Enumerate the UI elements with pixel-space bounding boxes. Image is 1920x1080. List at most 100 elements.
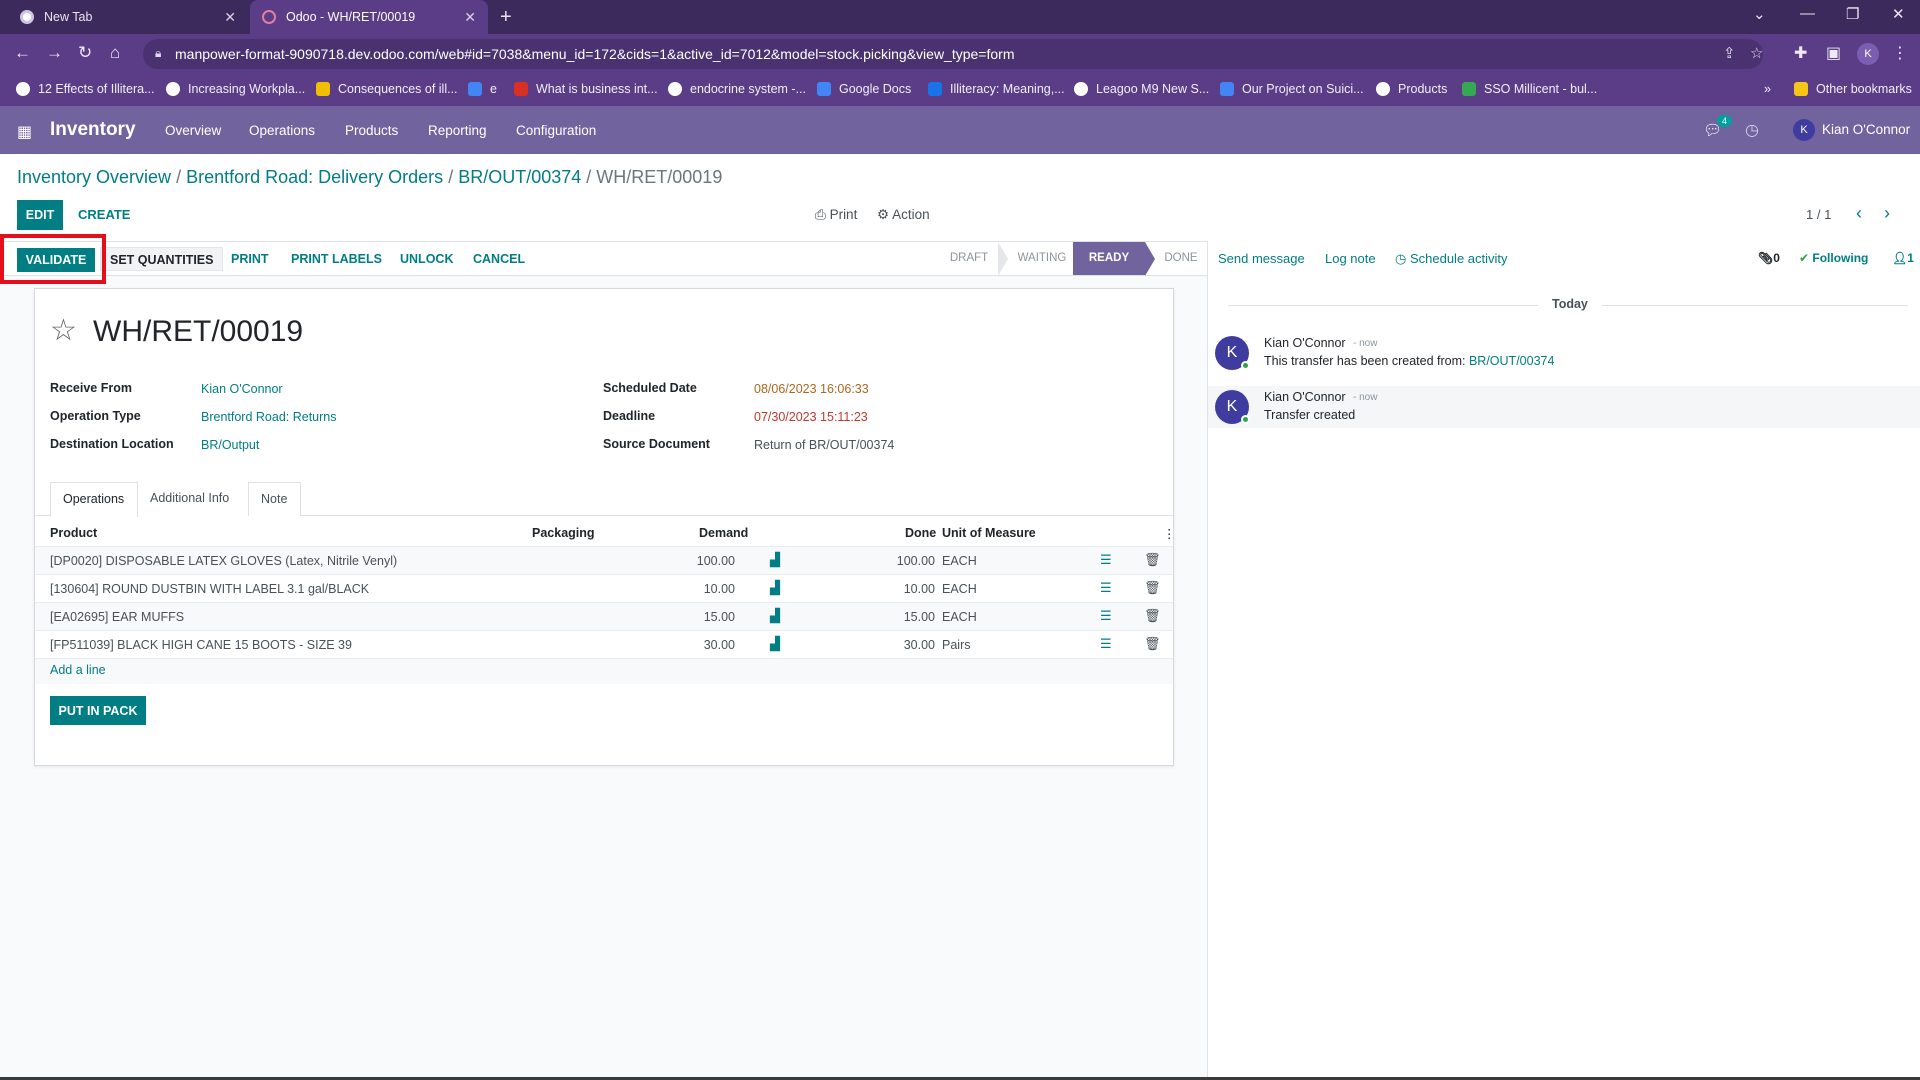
browser-tab-new-tab[interactable]: New Tab ✕ bbox=[8, 0, 248, 34]
bookmark-item[interactable]: Our Project on Suici... bbox=[1220, 82, 1364, 96]
detailed-operations-icon[interactable]: ☰ bbox=[1100, 552, 1112, 568]
pager-next-icon[interactable]: › bbox=[1884, 203, 1890, 224]
forecast-chart-icon[interactable]: ▟ bbox=[770, 636, 780, 652]
row-done[interactable]: 10.00 bbox=[860, 582, 935, 596]
other-bookmarks[interactable]: Other bookmarks bbox=[1794, 82, 1912, 96]
detailed-operations-icon[interactable]: ☰ bbox=[1100, 636, 1112, 652]
print-dropdown[interactable]: ⎙ Print bbox=[815, 207, 857, 223]
send-message-button[interactable]: Send message bbox=[1218, 251, 1305, 266]
lock-icon[interactable]: 🔒︎ bbox=[155, 46, 161, 61]
set-quantities-button[interactable]: SET QUANTITIES bbox=[100, 247, 224, 271]
add-line-link[interactable]: Add a line bbox=[50, 663, 106, 677]
close-tab-icon[interactable]: ✕ bbox=[224, 9, 236, 26]
print-button[interactable]: PRINT bbox=[231, 252, 269, 266]
field-source-document[interactable]: Return of BR/OUT/00374 bbox=[754, 438, 894, 452]
side-panel-icon[interactable]: ▣ bbox=[1826, 43, 1841, 63]
forecast-chart-icon[interactable]: ▟ bbox=[770, 552, 780, 568]
field-destination-location[interactable]: BR/Output bbox=[201, 438, 259, 452]
cancel-button[interactable]: CANCEL bbox=[473, 252, 525, 266]
menu-configuration[interactable]: Configuration bbox=[516, 123, 596, 138]
bookmark-item[interactable]: e bbox=[468, 82, 497, 96]
column-header-done[interactable]: Done bbox=[905, 526, 936, 540]
field-deadline[interactable]: 07/30/2023 15:11:23 bbox=[754, 410, 868, 424]
delete-row-icon[interactable]: 🗑︎ bbox=[1144, 552, 1161, 568]
followers-button[interactable]: 👤︎1 bbox=[1892, 251, 1914, 265]
column-header-unit-of-measure[interactable]: Unit of Measure bbox=[942, 526, 1036, 540]
menu-overview[interactable]: Overview bbox=[165, 123, 221, 138]
bookmark-item[interactable]: SSO Millicent - bul... bbox=[1462, 82, 1597, 96]
message-author[interactable]: Kian O'Connor bbox=[1264, 390, 1346, 404]
apps-grid-icon[interactable]: ▦ bbox=[17, 122, 32, 142]
message-link[interactable]: BR/OUT/00374 bbox=[1469, 354, 1554, 368]
tab-note[interactable]: Note bbox=[248, 482, 301, 516]
breadcrumb-source-picking[interactable]: BR/OUT/00374 bbox=[458, 167, 581, 187]
pager-previous-icon[interactable]: ‹ bbox=[1856, 203, 1862, 224]
delete-row-icon[interactable]: 🗑︎ bbox=[1144, 608, 1161, 624]
row-done[interactable]: 15.00 bbox=[860, 610, 935, 624]
tab-additional-info[interactable]: Additional Info bbox=[138, 482, 248, 516]
table-row[interactable]: [EA02695] EAR MUFFS 15.00 ▟ 15.00 EACH ☰… bbox=[35, 602, 1173, 630]
row-product[interactable]: [EA02695] EAR MUFFS bbox=[50, 610, 184, 624]
field-operation-type[interactable]: Brentford Road: Returns bbox=[201, 410, 337, 424]
delete-row-icon[interactable]: 🗑︎ bbox=[1144, 580, 1161, 596]
optional-columns-icon[interactable]: ⋮ bbox=[1163, 526, 1176, 541]
minimize-icon[interactable]: — bbox=[1800, 5, 1815, 22]
action-dropdown[interactable]: ⚙ Action bbox=[877, 207, 930, 223]
bookmark-item[interactable]: Google Docs bbox=[817, 82, 911, 96]
tab-search-icon[interactable]: ⌄ bbox=[1753, 5, 1766, 23]
url-text[interactable]: manpower-format-9090718.dev.odoo.com/web… bbox=[175, 46, 1014, 62]
close-tab-icon[interactable]: ✕ bbox=[464, 9, 476, 26]
app-name[interactable]: Inventory bbox=[50, 119, 136, 141]
share-icon[interactable]: ⇪ bbox=[1723, 44, 1736, 62]
print-labels-button[interactable]: PRINT LABELS bbox=[291, 252, 382, 266]
bookmark-item[interactable]: Illiteracy: Meaning,... bbox=[928, 82, 1065, 96]
bookmark-item[interactable]: Increasing Workpla... bbox=[166, 82, 305, 96]
user-menu[interactable]: Kian O'Connor bbox=[1822, 122, 1910, 137]
close-window-icon[interactable]: ✕ bbox=[1892, 5, 1905, 23]
activity-clock-icon[interactable]: ◷ bbox=[1745, 120, 1759, 140]
address-bar[interactable]: 🔒︎ manpower-format-9090718.dev.odoo.com/… bbox=[143, 39, 1763, 69]
unlock-button[interactable]: UNLOCK bbox=[400, 252, 453, 266]
column-header-demand[interactable]: Demand bbox=[699, 526, 748, 540]
bookmark-star-icon[interactable]: ☆ bbox=[1750, 44, 1763, 62]
schedule-activity-button[interactable]: ◷ Schedule activity bbox=[1395, 251, 1508, 267]
table-row[interactable]: [FP511039] BLACK HIGH CANE 15 BOOTS - SI… bbox=[35, 630, 1173, 658]
pager-value[interactable]: 1 / 1 bbox=[1806, 207, 1831, 222]
browser-profile-avatar[interactable]: K bbox=[1857, 43, 1879, 65]
bookmark-item[interactable]: endocrine system -... bbox=[668, 82, 806, 96]
menu-operations[interactable]: Operations bbox=[249, 123, 315, 138]
bookmark-item[interactable]: What is business int... bbox=[514, 82, 658, 96]
back-icon[interactable]: ← bbox=[14, 43, 31, 63]
breadcrumb-inventory-overview[interactable]: Inventory Overview bbox=[17, 167, 171, 187]
detailed-operations-icon[interactable]: ☰ bbox=[1100, 580, 1112, 596]
browser-tab-odoo[interactable]: Odoo - WH/RET/00019 ✕ bbox=[250, 0, 488, 34]
following-button[interactable]: ✔ Following bbox=[1799, 251, 1868, 265]
delete-row-icon[interactable]: 🗑︎ bbox=[1144, 636, 1161, 652]
put-in-pack-button[interactable]: PUT IN PACK bbox=[50, 696, 146, 725]
log-note-button[interactable]: Log note bbox=[1325, 251, 1376, 266]
row-done[interactable]: 30.00 bbox=[860, 638, 935, 652]
bookmark-item[interactable]: Leagoo M9 New S... bbox=[1074, 82, 1209, 96]
more-bookmarks-icon[interactable]: » bbox=[1764, 82, 1771, 96]
detailed-operations-icon[interactable]: ☰ bbox=[1100, 608, 1112, 624]
row-product[interactable]: [130604] ROUND DUSTBIN WITH LABEL 3.1 ga… bbox=[50, 582, 369, 596]
field-receive-from[interactable]: Kian O'Connor bbox=[201, 382, 283, 396]
breadcrumb-delivery-orders[interactable]: Brentford Road: Delivery Orders bbox=[186, 167, 443, 187]
bookmark-item[interactable]: Products bbox=[1376, 82, 1447, 96]
new-tab-icon[interactable]: + bbox=[500, 6, 512, 29]
menu-reporting[interactable]: Reporting bbox=[428, 123, 487, 138]
column-header-packaging[interactable]: Packaging bbox=[532, 526, 595, 540]
message-author[interactable]: Kian O'Connor bbox=[1264, 336, 1346, 350]
home-icon[interactable]: ⌂ bbox=[110, 43, 120, 63]
menu-products[interactable]: Products bbox=[345, 123, 398, 138]
row-done[interactable]: 100.00 bbox=[860, 554, 935, 568]
row-product[interactable]: [FP511039] BLACK HIGH CANE 15 BOOTS - SI… bbox=[50, 638, 352, 652]
restore-icon[interactable]: ❐ bbox=[1846, 5, 1859, 23]
field-scheduled-date[interactable]: 08/06/2023 16:06:33 bbox=[754, 382, 869, 396]
extensions-icon[interactable]: ✚ bbox=[1794, 43, 1807, 63]
forward-icon[interactable]: → bbox=[46, 43, 63, 63]
edit-button[interactable]: EDIT bbox=[17, 200, 63, 230]
create-button[interactable]: CREATE bbox=[78, 207, 130, 222]
forecast-chart-icon[interactable]: ▟ bbox=[770, 608, 780, 624]
column-header-product[interactable]: Product bbox=[50, 526, 97, 540]
